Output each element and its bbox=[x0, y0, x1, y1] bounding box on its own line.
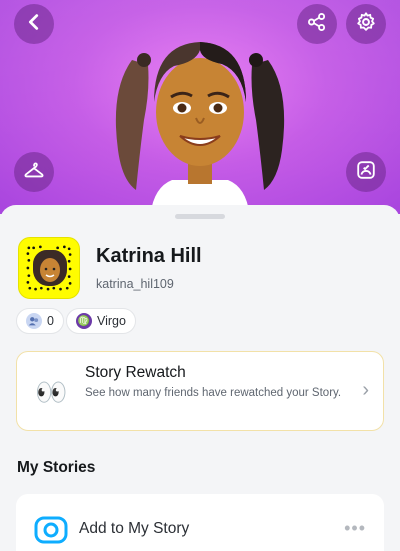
friends-score-icon bbox=[26, 313, 42, 329]
gear-icon bbox=[355, 11, 377, 38]
chevron-right-icon: › bbox=[362, 379, 369, 401]
share-button[interactable] bbox=[297, 4, 337, 44]
bitmoji-header bbox=[0, 0, 400, 214]
virgo-zodiac-icon: ♍ bbox=[76, 313, 92, 329]
zodiac-chip-label: Virgo bbox=[97, 314, 126, 328]
profile-sheet: Katrina Hill katrina_hil109 0 ♍ Virgo 👀 … bbox=[0, 205, 400, 551]
display-name: Katrina Hill bbox=[96, 245, 202, 267]
snapcode[interactable] bbox=[18, 237, 80, 299]
story-rewatch-title: Story Rewatch bbox=[85, 364, 186, 381]
my-stories-heading: My Stories bbox=[17, 459, 96, 476]
sheet-grabber[interactable] bbox=[175, 214, 225, 219]
friends-chip-label: 0 bbox=[47, 314, 54, 328]
story-rewatch-card[interactable]: 👀 Story Rewatch See how many friends hav… bbox=[16, 351, 384, 431]
add-to-my-story-card[interactable]: Add to My Story ••• bbox=[16, 494, 384, 551]
bitmoji-avatar[interactable] bbox=[110, 20, 290, 214]
chevron-left-icon bbox=[23, 11, 45, 38]
add-to-my-story-label: Add to My Story bbox=[79, 520, 190, 537]
snapcode-bitmoji bbox=[33, 250, 67, 286]
zodiac-chip[interactable]: ♍ Virgo bbox=[66, 308, 136, 334]
share-icon bbox=[306, 11, 328, 38]
settings-button[interactable] bbox=[346, 4, 386, 44]
hanger-icon bbox=[23, 159, 45, 186]
bitmoji-selfie-icon bbox=[355, 159, 377, 186]
username: katrina_hil109 bbox=[96, 277, 174, 291]
eyes-icon: 👀 bbox=[35, 377, 67, 407]
story-rewatch-description: See how many friends have rewatched your… bbox=[85, 387, 342, 399]
more-options-icon[interactable]: ••• bbox=[344, 518, 366, 539]
outfit-button[interactable] bbox=[14, 152, 54, 192]
friends-chip[interactable]: 0 bbox=[16, 308, 64, 334]
camera-icon bbox=[34, 512, 68, 546]
selfie-button[interactable] bbox=[346, 152, 386, 192]
back-button[interactable] bbox=[14, 4, 54, 44]
